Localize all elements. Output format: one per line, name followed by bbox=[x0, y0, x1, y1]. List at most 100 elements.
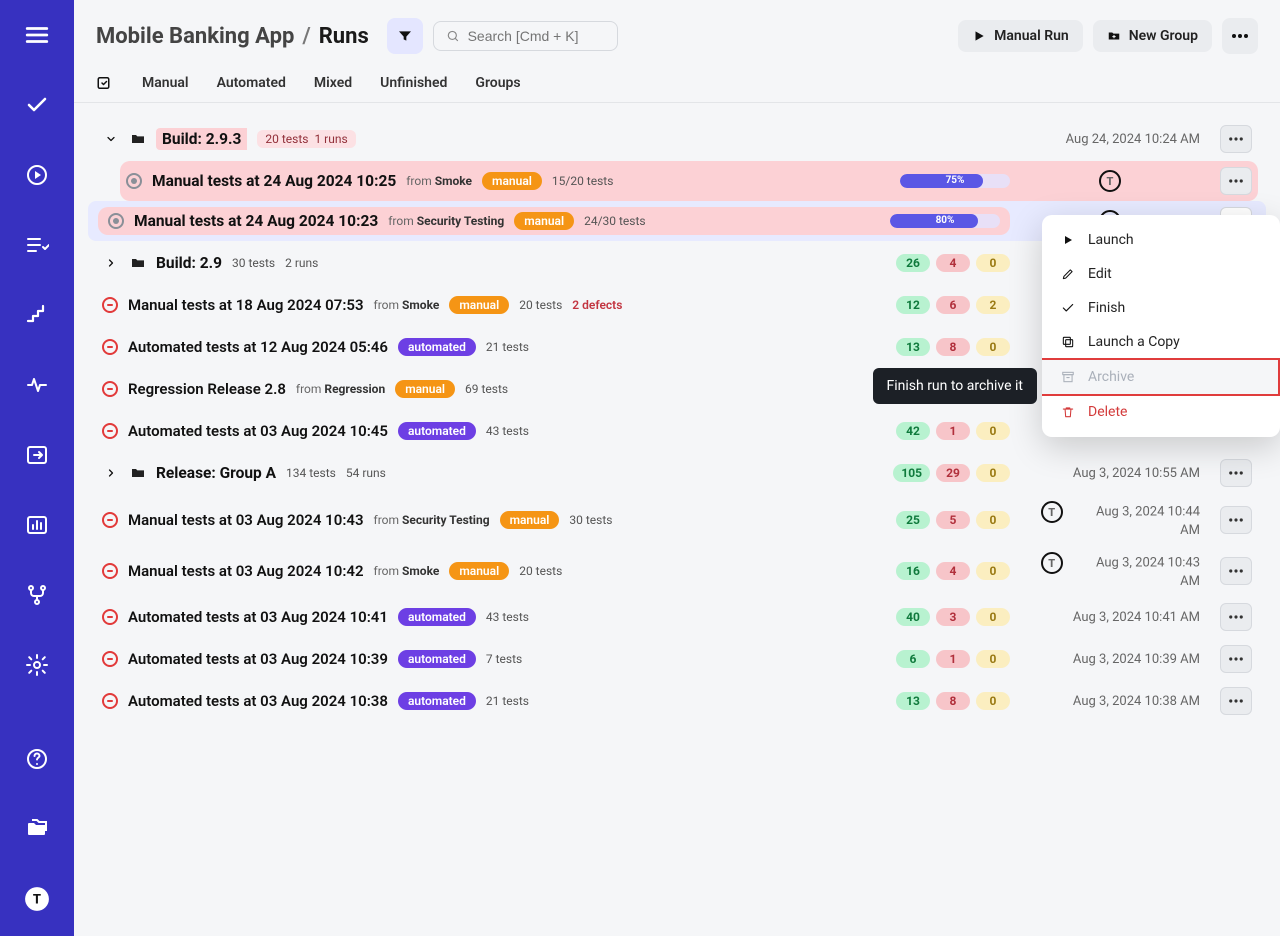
run-title: Manual tests at 03 Aug 2024 10:42 bbox=[128, 562, 364, 580]
run-title: Automated tests at 03 Aug 2024 10:41 bbox=[128, 608, 388, 626]
search-input-wrap[interactable] bbox=[433, 21, 618, 51]
run-time: Aug 3, 2024 10:41 AM bbox=[1020, 610, 1200, 625]
list-check-icon[interactable] bbox=[14, 222, 60, 268]
tab-automated[interactable]: Automated bbox=[217, 75, 286, 91]
group-row[interactable]: Build: 2.9.3 20 tests 1 runs Aug 24, 202… bbox=[96, 119, 1258, 159]
finished-icon bbox=[102, 381, 118, 397]
menu-launch-copy[interactable]: Launch a Copy bbox=[1042, 325, 1280, 359]
finished-icon bbox=[102, 609, 118, 625]
tag-manual: manual bbox=[514, 212, 574, 230]
tag-automated: automated bbox=[398, 650, 476, 668]
row-kebab-button[interactable] bbox=[1220, 557, 1252, 585]
fail-badge: 4 bbox=[936, 254, 970, 272]
row-kebab-button[interactable] bbox=[1220, 687, 1252, 715]
chevron-down-icon[interactable] bbox=[102, 130, 120, 148]
select-icon[interactable] bbox=[96, 74, 114, 92]
chevron-right-icon[interactable] bbox=[102, 254, 120, 272]
row-kebab-button[interactable] bbox=[1220, 645, 1252, 673]
group-time: Aug 24, 2024 10:24 AM bbox=[1020, 132, 1200, 147]
archive-icon bbox=[1060, 369, 1076, 385]
gear-icon[interactable] bbox=[14, 642, 60, 688]
warn-badge: 0 bbox=[976, 562, 1010, 580]
assignee-avatar[interactable]: T bbox=[1099, 170, 1121, 192]
manual-run-label: Manual Run bbox=[994, 28, 1069, 44]
fail-badge: 1 bbox=[936, 422, 970, 440]
row-kebab-button[interactable] bbox=[1220, 125, 1252, 153]
run-row[interactable]: Automated tests at 03 Aug 2024 10:39 aut… bbox=[96, 639, 1258, 679]
play-icon bbox=[1060, 232, 1076, 248]
group-row[interactable]: Release: Group A 134 tests 54 runs 105 2… bbox=[96, 453, 1258, 493]
play-circle-icon[interactable] bbox=[14, 152, 60, 198]
main-content: Mobile Banking App / Runs Manual Run New… bbox=[74, 0, 1280, 936]
tab-mixed[interactable]: Mixed bbox=[314, 75, 352, 91]
runs-list: Build: 2.9.3 20 tests 1 runs Aug 24, 202… bbox=[74, 103, 1280, 936]
filter-button[interactable] bbox=[387, 18, 423, 54]
row-kebab-button[interactable] bbox=[1220, 459, 1252, 487]
folder-icon bbox=[130, 255, 146, 271]
assignee-avatar[interactable]: T bbox=[1041, 552, 1063, 574]
row-kebab-button[interactable] bbox=[1220, 506, 1252, 534]
tag-automated: automated bbox=[398, 608, 476, 626]
tab-unfinished[interactable]: Unfinished bbox=[380, 75, 447, 91]
new-group-button[interactable]: New Group bbox=[1093, 20, 1212, 52]
run-row[interactable]: Automated tests at 03 Aug 2024 10:41 aut… bbox=[96, 597, 1258, 637]
run-stat: 24/30 tests bbox=[584, 214, 646, 228]
run-row[interactable]: Manual tests at 03 Aug 2024 10:43 from S… bbox=[96, 495, 1258, 544]
run-title: Automated tests at 12 Aug 2024 05:46 bbox=[128, 338, 388, 356]
pass-badge: 13 bbox=[896, 692, 930, 710]
finished-icon bbox=[102, 693, 118, 709]
row-kebab-button[interactable] bbox=[1220, 167, 1252, 195]
folders-icon[interactable] bbox=[14, 806, 60, 852]
branch-icon[interactable] bbox=[14, 572, 60, 618]
run-title: Manual tests at 24 Aug 2024 10:25 bbox=[152, 172, 396, 190]
activity-icon[interactable] bbox=[14, 362, 60, 408]
menu-launch[interactable]: Launch bbox=[1042, 223, 1280, 257]
check-icon[interactable] bbox=[14, 82, 60, 128]
run-row[interactable]: Automated tests at 03 Aug 2024 10:38 aut… bbox=[96, 681, 1258, 721]
run-row[interactable]: Manual tests at 03 Aug 2024 10:42 from S… bbox=[96, 546, 1258, 595]
fail-badge: 29 bbox=[936, 464, 970, 482]
menu-launch-copy-label: Launch a Copy bbox=[1088, 334, 1180, 350]
help-icon[interactable] bbox=[14, 736, 60, 782]
finished-icon bbox=[102, 512, 118, 528]
menu-edit[interactable]: Edit bbox=[1042, 257, 1280, 291]
assignee-avatar[interactable]: T bbox=[1041, 501, 1063, 523]
archive-tooltip: Finish run to archive it bbox=[873, 368, 1038, 404]
fail-badge: 4 bbox=[936, 562, 970, 580]
steps-icon[interactable] bbox=[14, 292, 60, 338]
menu-delete[interactable]: Delete bbox=[1042, 395, 1280, 429]
bar-chart-icon[interactable] bbox=[14, 502, 60, 548]
warn-badge: 0 bbox=[976, 338, 1010, 356]
menu-icon[interactable] bbox=[14, 12, 60, 58]
pass-badge: 12 bbox=[896, 296, 930, 314]
run-stat: 43 tests bbox=[486, 424, 529, 438]
chevron-right-icon[interactable] bbox=[102, 464, 120, 482]
fail-badge: 5 bbox=[936, 511, 970, 529]
folder-plus-icon bbox=[1107, 29, 1121, 43]
run-title: Manual tests at 18 Aug 2024 07:53 bbox=[128, 296, 364, 314]
run-time: Aug 3, 2024 10:43 AM bbox=[1096, 556, 1200, 590]
row-kebab-button[interactable] bbox=[1220, 603, 1252, 631]
pass-badge: 13 bbox=[896, 338, 930, 356]
import-icon[interactable] bbox=[14, 432, 60, 478]
tab-manual[interactable]: Manual bbox=[142, 75, 189, 91]
group-title: Release: Group A bbox=[156, 464, 276, 482]
fail-badge: 3 bbox=[936, 608, 970, 626]
tag-automated: automated bbox=[398, 338, 476, 356]
warn-badge: 0 bbox=[976, 464, 1010, 482]
menu-edit-label: Edit bbox=[1088, 266, 1112, 282]
run-row[interactable]: Manual tests at 24 Aug 2024 10:25 from S… bbox=[120, 161, 1258, 201]
defects-link[interactable]: 2 defects bbox=[572, 298, 622, 312]
tab-groups[interactable]: Groups bbox=[475, 75, 520, 91]
manual-run-button[interactable]: Manual Run bbox=[958, 20, 1083, 52]
page-kebab-button[interactable] bbox=[1222, 18, 1258, 54]
app-badge-icon[interactable]: T bbox=[14, 876, 60, 922]
pass-badge: 105 bbox=[893, 464, 930, 482]
group-tests: 20 tests bbox=[265, 132, 308, 146]
run-from: from Security Testing bbox=[374, 513, 490, 527]
menu-finish[interactable]: Finish bbox=[1042, 291, 1280, 325]
breadcrumb-project[interactable]: Mobile Banking App bbox=[96, 24, 294, 49]
finished-icon bbox=[102, 563, 118, 579]
search-input[interactable] bbox=[468, 28, 605, 44]
run-stat: 20 tests bbox=[519, 298, 562, 312]
